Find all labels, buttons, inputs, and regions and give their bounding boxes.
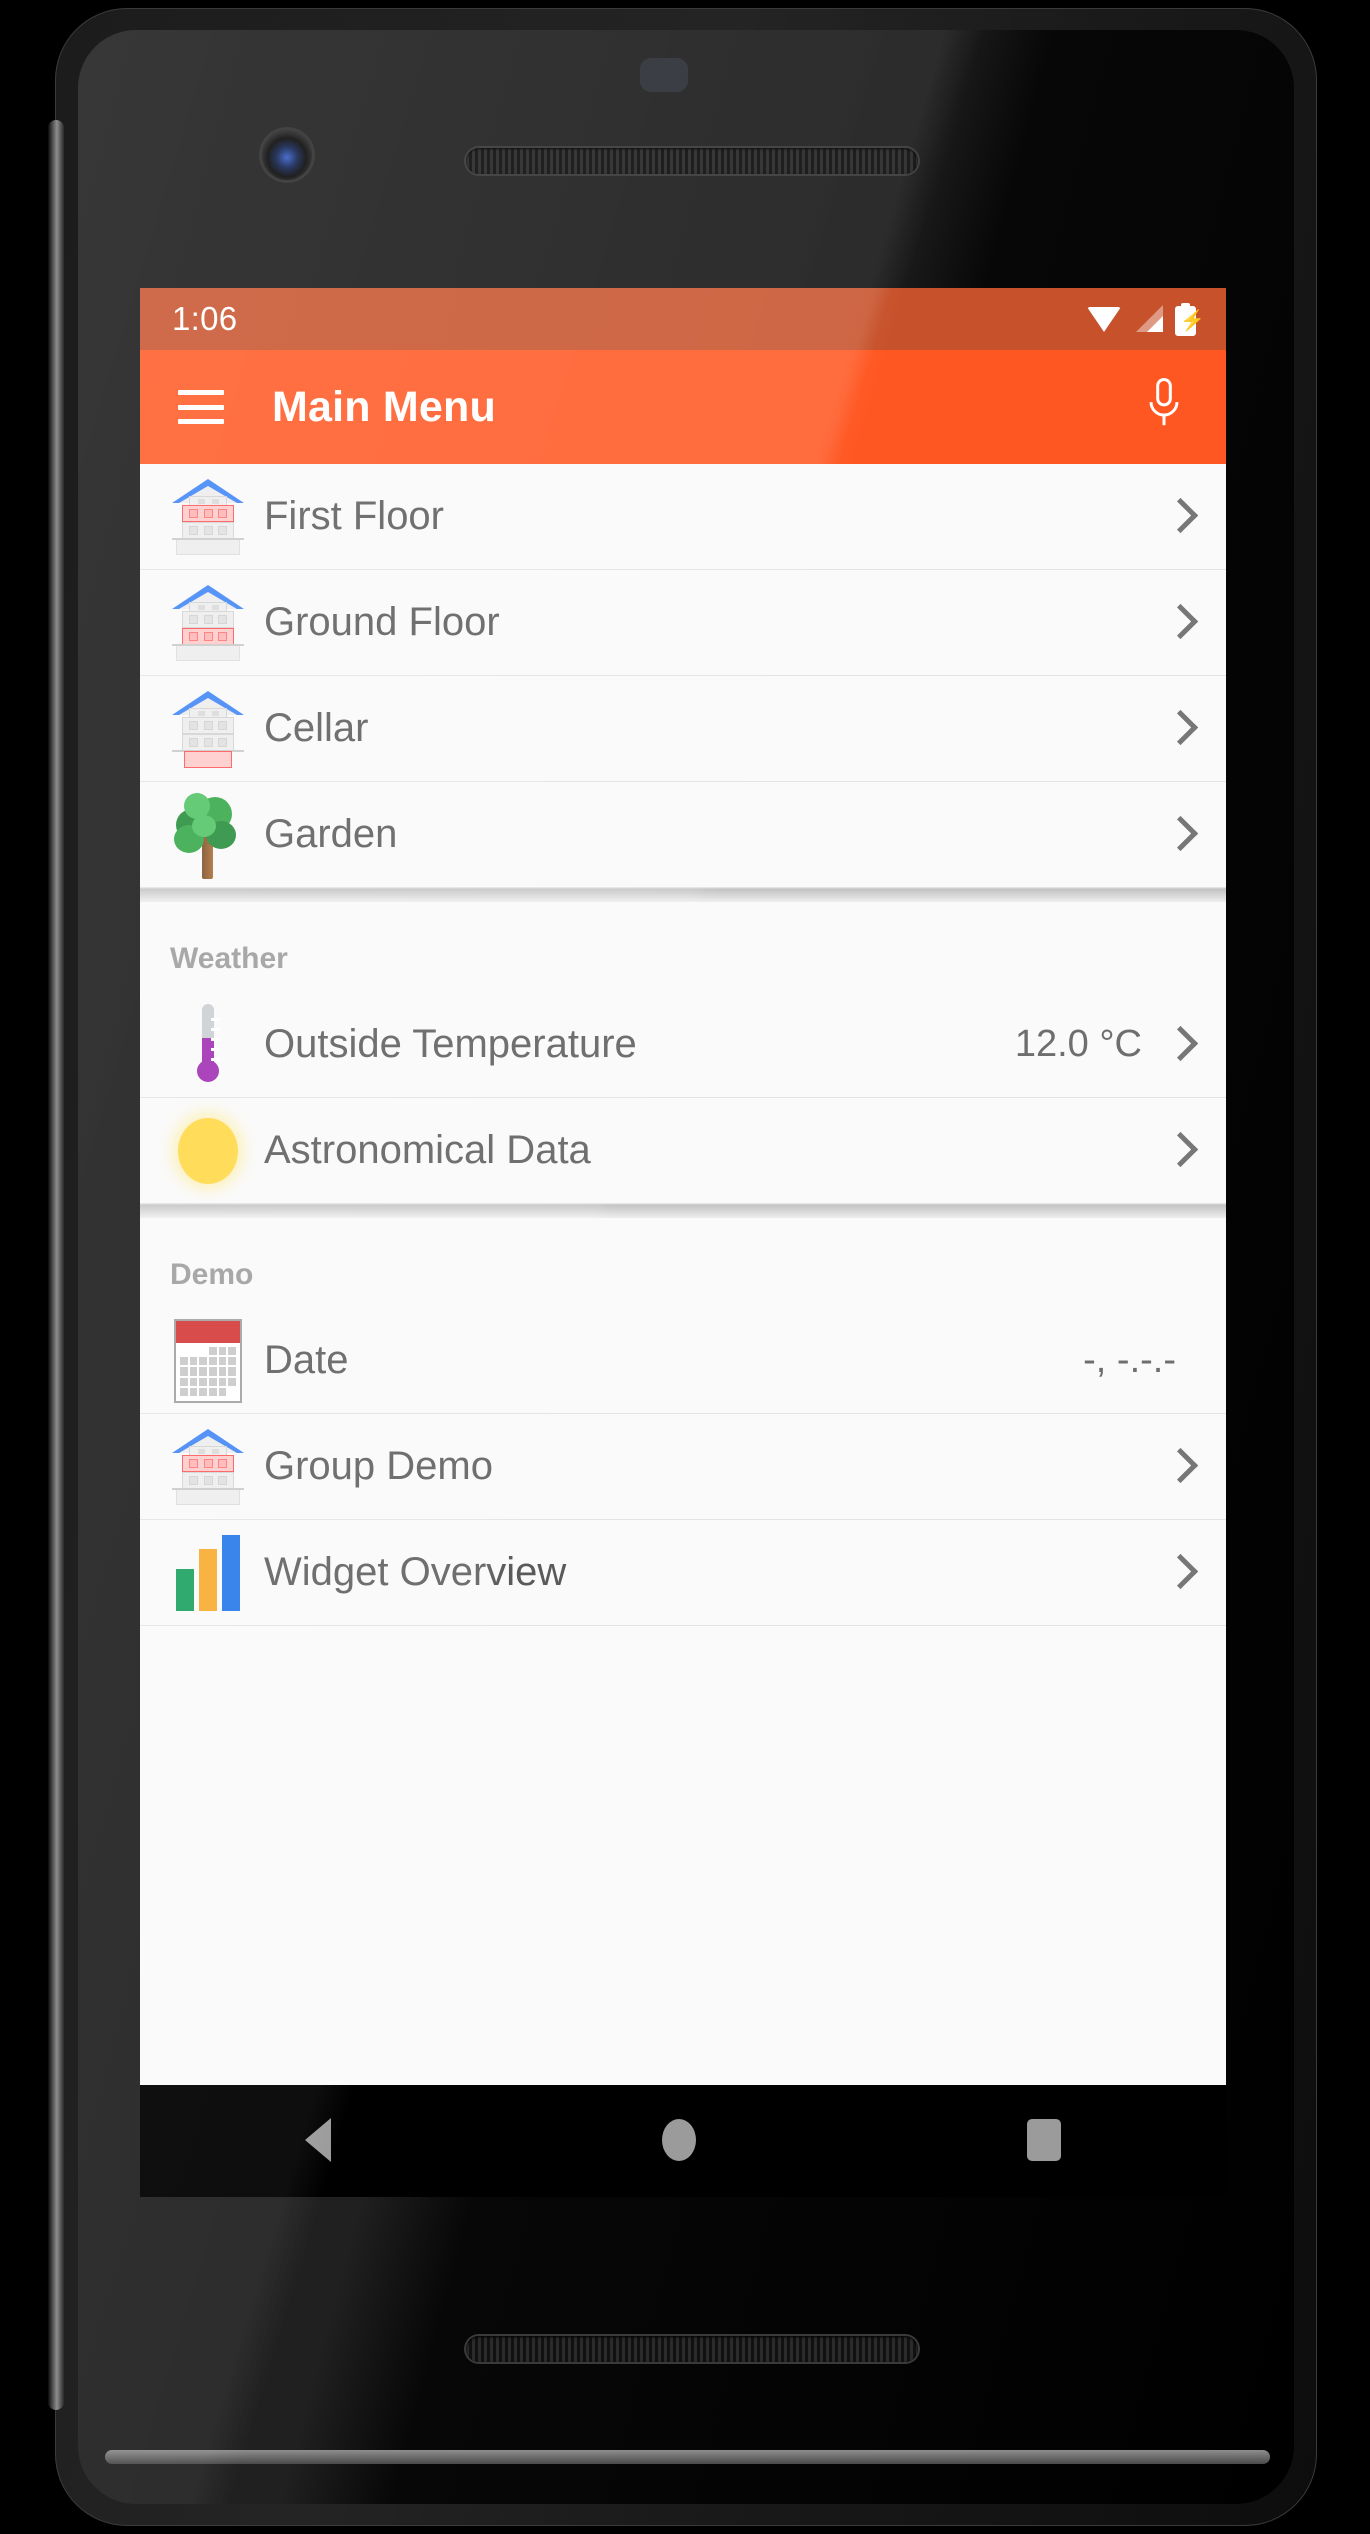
chevron-right-icon (1164, 1023, 1198, 1067)
status-bar-clock: 1:06 (172, 300, 238, 337)
list-item-label: Astronomical Data (264, 1128, 591, 1172)
page-title: Main Menu (272, 382, 496, 431)
back-triangle-icon[interactable] (305, 2118, 332, 2162)
microphone-icon[interactable] (1132, 372, 1196, 442)
house-cellar-icon (166, 687, 250, 771)
list-item-ground-floor[interactable]: Ground Floor (140, 570, 1226, 676)
section-demo: Demo Date -, -.-.- Group Demo Widget Ove… (140, 1218, 1226, 1826)
sun-icon (166, 1109, 250, 1193)
thermometer-icon (166, 1003, 250, 1087)
list-item-group-demo[interactable]: Group Demo (140, 1414, 1226, 1520)
phone-left-rail (48, 120, 64, 2410)
chevron-right-icon (1164, 1445, 1198, 1489)
section-header-weather: Weather (140, 902, 1226, 992)
proximity-sensor (640, 58, 688, 92)
list-item-label: Outside Temperature (264, 1022, 637, 1066)
list-item-label: First Floor (264, 494, 444, 538)
chevron-right-icon (1164, 495, 1198, 539)
list-item-label: Ground Floor (264, 600, 500, 644)
bar-chart-icon (166, 1531, 250, 1615)
section-floors: First Floor Ground Floor Cellar Garden (140, 464, 1226, 888)
hamburger-menu-icon[interactable] (178, 390, 224, 424)
home-circle-icon[interactable] (661, 2119, 696, 2161)
chevron-right-icon (1164, 1129, 1198, 1173)
list-item-cellar[interactable]: Cellar (140, 676, 1226, 782)
list-empty-area (140, 1626, 1226, 1826)
battery-charging-icon: ⚡ (1175, 302, 1205, 336)
list-item-label: Date (264, 1338, 349, 1382)
cellular-signal-icon (1133, 304, 1163, 334)
list-item-astronomical-data[interactable]: Astronomical Data (140, 1098, 1226, 1204)
phone-screen: 1:06 ⚡ Main Menu (140, 288, 1226, 2085)
list-item-widget-overview[interactable]: Widget Overview (140, 1520, 1226, 1626)
list-item-label: Widget Overview (264, 1550, 567, 1594)
list-item-value: -, -.-.- (1083, 1339, 1176, 1381)
earpiece-speaker (466, 148, 918, 174)
list-item-date[interactable]: Date -, -.-.- (140, 1308, 1226, 1414)
list-item-label: Cellar (264, 706, 369, 750)
android-navigation-bar (140, 2085, 1226, 2197)
status-bar-icons: ⚡ (1087, 302, 1205, 336)
chevron-right-icon (1164, 707, 1198, 751)
phone-bottom-edge (105, 2450, 1270, 2464)
section-divider (140, 888, 1226, 902)
recents-square-icon[interactable] (1026, 2119, 1061, 2161)
list-item-label: Group Demo (264, 1444, 493, 1488)
chevron-right-icon (1164, 813, 1198, 857)
section-divider (140, 1204, 1226, 1218)
section-header-demo: Demo (140, 1218, 1226, 1308)
list-item-outside-temperature[interactable]: Outside Temperature 12.0 °C (140, 992, 1226, 1098)
app-bar: Main Menu (140, 350, 1226, 464)
bottom-speaker (466, 2336, 918, 2362)
chevron-right-icon (1164, 601, 1198, 645)
status-bar: 1:06 ⚡ (140, 288, 1226, 350)
list-item-value: 12.0 °C (1014, 1023, 1142, 1065)
house-ground-floor-icon (166, 581, 250, 665)
screenshot-root: 1:06 ⚡ Main Menu (0, 0, 1370, 2534)
section-weather: Weather Outside Temperature 12.0 °C Astr… (140, 902, 1226, 1204)
wifi-icon (1087, 304, 1121, 334)
nav-bar-inner (140, 2085, 1226, 2195)
chevron-right-icon (1164, 1551, 1198, 1595)
list-item-first-floor[interactable]: First Floor (140, 464, 1226, 570)
calendar-icon (166, 1318, 250, 1403)
list-item-garden[interactable]: Garden (140, 782, 1226, 888)
house-first-floor-icon (166, 1425, 250, 1509)
list-item-label: Garden (264, 812, 398, 856)
house-first-floor-icon (166, 475, 250, 559)
front-camera (262, 130, 312, 180)
tree-icon (166, 792, 250, 879)
